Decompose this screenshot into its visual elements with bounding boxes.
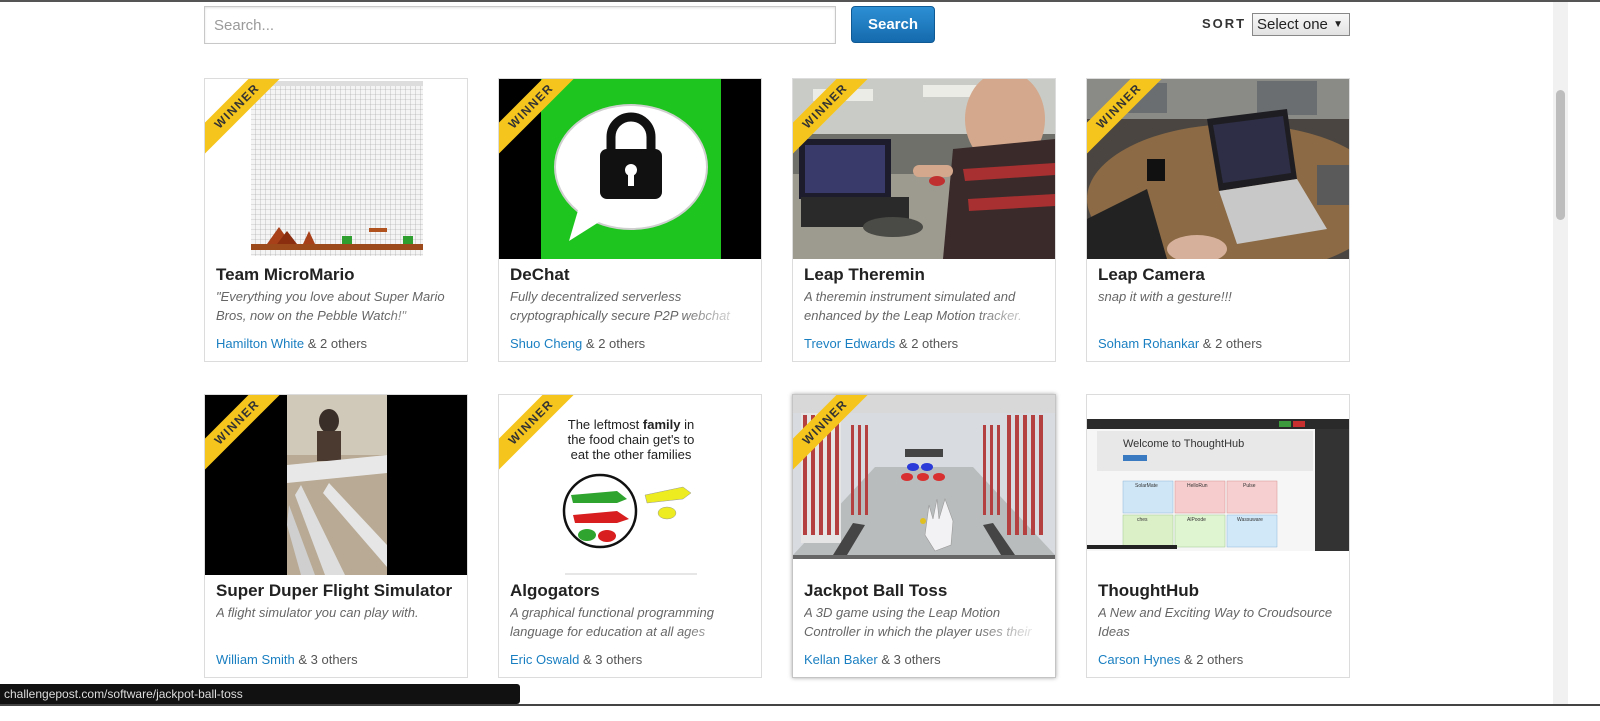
project-card-leap-theremin[interactable]: WINNER Leap Theremin A theremin instrume… [792,78,1056,362]
thumbnail-card-label: AlPoode [1187,517,1206,523]
project-title[interactable]: Algogators [510,581,756,601]
search-toolbar: Search SORT Select one ▼ [204,6,1350,46]
member-link[interactable]: Trevor Edwards [804,336,895,351]
member-others: & 3 others [582,652,643,667]
thumbnail-card-label: SolarMate [1135,483,1158,489]
member-others: & 3 others [881,652,941,667]
status-bar-url: challengepost.com/software/jackpot-ball-… [0,684,520,704]
thumbnail-card-label: Wassuware [1237,517,1263,523]
member-link[interactable]: Carson Hynes [1098,652,1180,667]
project-tagline: Fully decentralized serverless cryptogra… [510,287,750,325]
scrollbar-thumb[interactable] [1556,90,1565,220]
project-card-super-duper-flight-simulator[interactable]: WINNER Super Duper Flight Simulator A fl… [204,394,468,678]
project-members: Trevor Edwards & 2 others [804,336,958,351]
member-link[interactable]: Eric Oswald [510,652,579,667]
sort-selected-value: Select one [1257,16,1328,33]
project-title[interactable]: DeChat [510,265,756,285]
thumbnail-caption-bold: family [643,417,681,432]
project-title[interactable]: Team MicroMario [216,265,462,285]
svg-text:The leftmost family in: The leftmost family in [568,417,694,432]
member-link[interactable]: William Smith [216,652,295,667]
project-tagline: A theremin instrument simulated and enha… [804,287,1044,325]
sort-select[interactable]: Select one ▼ [1252,13,1350,36]
member-link[interactable]: Soham Rohankar [1098,336,1199,351]
page: Search SORT Select one ▼ [0,0,1600,721]
project-tagline: A flight simulator you can play with. [216,603,456,641]
member-others: & 2 others [1202,336,1263,351]
search-input[interactable] [204,6,836,44]
project-members: Kellan Baker & 3 others [804,652,941,667]
member-others: & 2 others [898,336,959,351]
project-card-team-micromario[interactable]: WINNER Team MicroMario "Everything you l… [204,78,468,362]
project-members: William Smith & 3 others [216,652,358,667]
project-thumbnail[interactable]: Welcome to ThoughtHub SolarMate HelloRun… [1087,395,1349,575]
project-tagline: "Everything you love about Super Mario B… [216,287,456,325]
member-link[interactable]: Kellan Baker [804,652,878,667]
project-card-algogators[interactable]: The leftmost family in the food chain ge… [498,394,762,678]
project-tagline: snap it with a gesture!!! [1098,287,1338,325]
member-link[interactable]: Hamilton White [216,336,304,351]
project-card-leap-camera[interactable]: WINNER Leap Camera snap it with a gestur… [1086,78,1350,362]
member-others: & 3 others [298,652,358,667]
thumbnail-card-label: Pulse [1243,483,1256,489]
project-tagline: A New and Exciting Way to Croudsource Id… [1098,603,1338,641]
thumbnail-heading: Welcome to ThoughtHub [1123,438,1244,450]
thumbnail-caption-line: The leftmost [568,417,643,432]
project-title[interactable]: Leap Camera [1098,265,1344,285]
project-title[interactable]: Super Duper Flight Simulator [216,581,462,601]
project-tagline: A 3D game using the Leap Motion Controll… [804,603,1044,641]
bottom-border [0,704,1600,721]
project-title[interactable]: ThoughtHub [1098,581,1344,601]
project-title[interactable]: Jackpot Ball Toss [804,581,1050,601]
thumbnail-caption-line: in [680,417,694,432]
project-members: Hamilton White & 2 others [216,336,367,351]
project-card-thoughthub[interactable]: Welcome to ThoughtHub SolarMate HelloRun… [1086,394,1350,678]
thumbnail-caption-line: eat the other families [571,447,692,462]
project-members: Shuo Cheng & 2 others [510,336,645,351]
project-title[interactable]: Leap Theremin [804,265,1050,285]
member-others: & 2 others [585,336,646,351]
project-members: Eric Oswald & 3 others [510,652,642,667]
project-tagline: A graphical functional programming langu… [510,603,750,641]
member-link[interactable]: Shuo Cheng [510,336,582,351]
search-button[interactable]: Search [851,6,935,43]
member-others: & 2 others [1184,652,1244,667]
thumbnail-card-label: ches [1137,517,1148,523]
project-members: Soham Rohankar & 2 others [1098,336,1262,351]
member-others: & 2 others [307,336,368,351]
top-border [0,0,1600,2]
project-card-dechat[interactable]: WINNER DeChat Fully decentralized server… [498,78,762,362]
project-card-jackpot-ball-toss[interactable]: WINNER Jackpot Ball Toss A 3D game using… [792,394,1056,678]
sort-label: SORT [1202,16,1247,31]
project-members: Carson Hynes & 2 others [1098,652,1243,667]
dropdown-arrow-icon: ▼ [1333,19,1343,30]
thumbnail-caption-line: the food chain get's to [568,432,695,447]
thumbnail-card-label: HelloRun [1187,483,1208,489]
